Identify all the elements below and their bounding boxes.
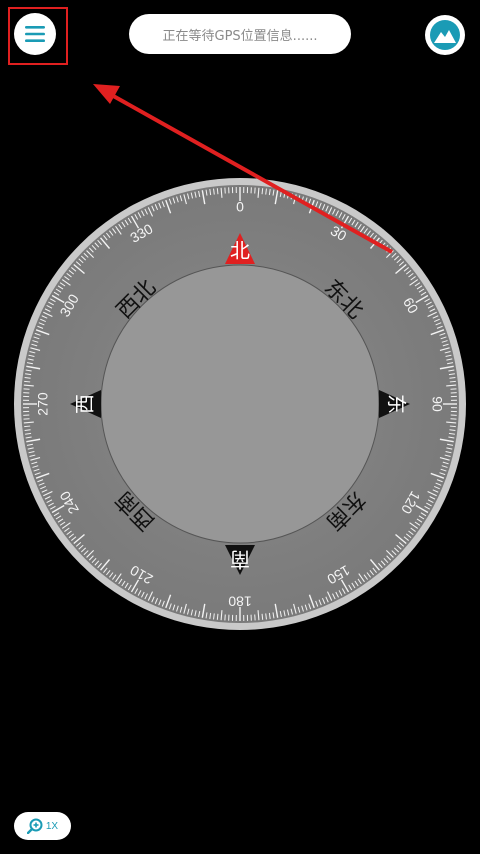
map-button[interactable] [425, 15, 465, 55]
compass-tick [449, 425, 456, 428]
compass-screen: 0 30 60 90 120 150 180 210 240 270 300 330 北 东 南 西 … [0, 0, 480, 854]
mountain-icon [430, 20, 460, 50]
compass-tick [24, 380, 31, 383]
north-label: 北 [230, 239, 250, 263]
degree-label: 90 [429, 396, 445, 412]
compass-tick [261, 188, 264, 195]
zoom-button[interactable]: 1X [14, 812, 71, 840]
zoom-in-icon [26, 818, 43, 834]
south-label: 南 [230, 548, 250, 572]
compass-tick [216, 613, 219, 620]
degree-label: 0 [236, 199, 244, 215]
gps-status-pill: 正在等待GPS位置信息...... [129, 14, 351, 54]
compass-tick [261, 613, 264, 620]
west-label: 西 [73, 394, 97, 414]
zoom-level-label: 1X [45, 820, 59, 832]
menu-button[interactable] [14, 13, 56, 55]
compass-tick [216, 188, 219, 195]
degree-label: 180 [228, 593, 252, 609]
hamburger-icon [25, 26, 45, 42]
compass-tick [24, 425, 31, 428]
compass-tick [449, 380, 456, 383]
degree-label: 270 [35, 392, 51, 416]
east-label: 东 [385, 394, 409, 414]
gps-status-text: 正在等待GPS位置信息...... [162, 28, 318, 44]
compass-dial: 0306090120150180210240270300330 北 东 南 西 … [14, 178, 466, 630]
